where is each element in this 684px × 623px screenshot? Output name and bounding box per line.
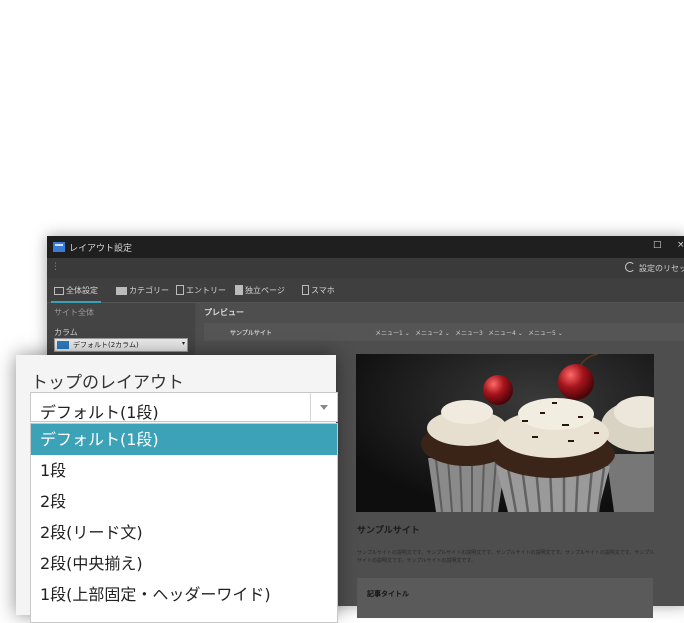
option-default-1col[interactable]: デフォルト(1段) xyxy=(31,424,337,455)
toolbar: ⋮ 設定のリセット xyxy=(47,258,684,278)
preview-menu-item: メニュー4 ⌄ xyxy=(488,330,523,337)
tab-global[interactable]: 全体設定 xyxy=(51,285,101,303)
preview-menu-item: メニュー1 ⌄ xyxy=(375,330,410,337)
preview-site-name: サンプルサイト xyxy=(230,330,272,337)
preview-label: プレビュー xyxy=(204,308,244,317)
tab-entry[interactable]: エントリー xyxy=(176,285,226,296)
maximize-button[interactable]: □ xyxy=(653,240,662,250)
preview-menu-item: メニュー2 ⌄ xyxy=(415,330,450,337)
reset-settings-label: 設定のリセット xyxy=(639,264,684,273)
tab-category[interactable]: カテゴリー xyxy=(116,285,169,296)
column-select-value: デフォルト(2カラム) xyxy=(73,341,139,349)
preview-nav: サンプルサイト メニュー1 ⌄ メニュー2 ⌄ メニュー3 メニュー4 ⌄ メニ… xyxy=(204,323,684,341)
monitor-icon xyxy=(54,287,64,295)
window-title: レイアウト設定 xyxy=(69,244,133,254)
title-bar: レイアウト設定 □ × xyxy=(47,236,684,258)
tab-smartphone[interactable]: スマホ xyxy=(302,285,335,296)
chevron-down-icon[interactable] xyxy=(310,393,337,421)
top-layout-options: デフォルト(1段) 1段 2段 2段(リード文) 2段(中央揃え) 1段(上部固… xyxy=(30,423,338,623)
top-layout-select[interactable]: デフォルト(1段) xyxy=(30,392,338,422)
tab-label: 全体設定 xyxy=(66,286,98,295)
close-button[interactable]: × xyxy=(677,240,684,250)
tab-bar: 全体設定 カテゴリー エントリー 独立ページ スマホ xyxy=(47,278,684,303)
refresh-icon xyxy=(625,262,635,272)
option-1col-fixed-header-wide[interactable]: 1段(上部固定・ヘッダーワイド) xyxy=(31,579,337,610)
tab-label: 独立ページ xyxy=(245,286,285,295)
preview-article-title: 記事タイトル xyxy=(367,590,409,598)
toolbar-grip-icon: ⋮ xyxy=(51,262,60,272)
option-1col[interactable]: 1段 xyxy=(31,455,337,486)
page-icon xyxy=(235,285,243,295)
phone-icon xyxy=(302,285,309,295)
section-heading: サイト全体 xyxy=(54,308,94,317)
app-icon xyxy=(53,242,65,252)
preview-menu-item: メニュー3 xyxy=(455,330,483,337)
column-label: カラム xyxy=(54,328,78,337)
chevron-down-icon: ▾ xyxy=(181,340,185,347)
layout-swatch-icon xyxy=(57,341,69,349)
top-layout-panel: トップのレイアウト デフォルト(1段) デフォルト(1段) 1段 2段 2段(リ… xyxy=(16,355,338,623)
preview-site-description: サンプルサイトの説明文です。サンプルサイトの説明文です。サンプルサイトの説明文で… xyxy=(357,550,655,564)
preview-menu-item: メニュー5 ⌄ xyxy=(528,330,563,337)
top-layout-select-value: デフォルト(1段) xyxy=(40,403,159,422)
top-layout-label: トップのレイアウト xyxy=(31,373,184,393)
document-icon xyxy=(176,285,184,295)
tab-label: スマホ xyxy=(311,286,335,295)
tab-label: エントリー xyxy=(186,286,226,295)
option-2col-lead[interactable]: 2段(リード文) xyxy=(31,517,337,548)
reset-settings-button[interactable]: 設定のリセット xyxy=(625,262,684,274)
tab-label: カテゴリー xyxy=(129,286,169,295)
cupcake-image xyxy=(356,354,654,512)
folder-icon xyxy=(116,287,127,295)
preview-site-title: サンプルサイト xyxy=(357,526,420,536)
column-select[interactable]: デフォルト(2カラム) ▾ xyxy=(54,338,188,352)
hero-image xyxy=(356,354,654,512)
option-2col-center[interactable]: 2段(中央揃え) xyxy=(31,548,337,579)
tab-page[interactable]: 独立ページ xyxy=(235,285,285,296)
option-2col[interactable]: 2段 xyxy=(31,486,337,517)
